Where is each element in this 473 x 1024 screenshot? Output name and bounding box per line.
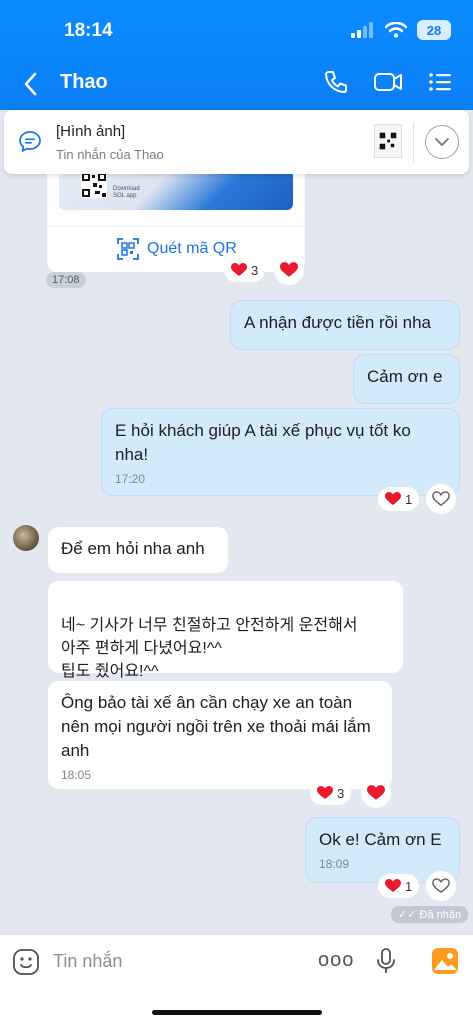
menu-list-icon[interactable] (427, 69, 453, 95)
wifi-icon (385, 22, 407, 38)
message-text: Ông bảo tài xế ân cần chạy xe an toàn nê… (61, 693, 371, 760)
video-call-icon[interactable] (373, 69, 403, 95)
reaction-summary[interactable]: 3 (224, 258, 266, 282)
pinned-divider (413, 122, 414, 162)
signal-icon (351, 22, 373, 38)
chat-title[interactable]: Thao (60, 71, 108, 94)
qr-scan-icon (117, 238, 139, 260)
status-icons: 28 (351, 20, 451, 40)
battery-indicator: 28 (417, 20, 451, 40)
timestamp-pill: 17:08 (46, 272, 86, 288)
message-text: E hỏi khách giúp A tài xế phục vụ tốt ko… (115, 421, 411, 464)
status-time: 18:14 (64, 20, 113, 41)
reaction-count: 1 (405, 878, 413, 894)
heart-icon (231, 263, 247, 276)
gallery-icon[interactable] (431, 947, 459, 975)
avatar[interactable] (13, 525, 39, 551)
heart-icon (385, 492, 401, 505)
delivery-status-label: Đã nhận (419, 909, 462, 921)
header-bar: 18:14 28 Thao (0, 0, 473, 110)
qr-code-image (81, 172, 107, 198)
message-bubble-incoming[interactable]: 네~ 기사가 너무 친절하고 안전하게 운전해서 아주 편하게 다녔어요!^^ … (47, 580, 404, 680)
message-time: 17:20 (115, 472, 146, 486)
chevron-down-icon (435, 138, 449, 146)
qr-code-image (379, 132, 397, 150)
reaction-summary[interactable]: 3 (310, 781, 352, 805)
react-button[interactable] (426, 871, 456, 901)
message-time: 18:09 (319, 857, 350, 871)
phone-call-icon[interactable] (323, 69, 349, 95)
message-bubble-outgoing[interactable]: E hỏi khách giúp A tài xế phục vụ tốt ko… (101, 408, 460, 496)
back-arrow-icon[interactable] (22, 70, 40, 98)
download-caption: Download SOL app (113, 186, 140, 200)
heart-outline-icon (432, 491, 450, 507)
reaction-summary[interactable]: 1 (378, 874, 420, 898)
heart-filled-icon (367, 785, 385, 800)
double-check-icon: ✓✓ (398, 909, 417, 921)
message-bubble-outgoing[interactable]: A nhận được tiền rồi nha (230, 300, 460, 350)
react-button[interactable] (361, 778, 391, 808)
heart-filled-icon (280, 262, 298, 277)
pinned-subtitle: Tin nhắn của Thao (56, 147, 164, 162)
message-bubble-incoming[interactable]: Để em hỏi nha anh (47, 526, 229, 574)
pinned-title: [Hình ảnh] (56, 123, 126, 140)
microphone-icon[interactable] (375, 947, 397, 975)
card-divider (47, 226, 305, 227)
app-text: SOL app (113, 193, 137, 199)
download-text: Download (113, 186, 140, 192)
heart-outline-icon (432, 878, 450, 894)
react-button[interactable] (426, 484, 456, 514)
scan-qr-label: Quét mã QR (147, 240, 237, 257)
react-button[interactable] (274, 255, 304, 285)
scan-qr-button[interactable]: Quét mã QR (117, 238, 237, 260)
home-indicator (152, 1010, 322, 1015)
nav-bar: Thao (0, 66, 473, 102)
expand-pinned-button[interactable] (425, 125, 459, 159)
message-text: Cảm ơn e (367, 367, 443, 386)
message-text: Để em hỏi nha anh (61, 539, 205, 558)
reaction-summary[interactable]: 1 (378, 487, 420, 511)
reaction-count: 3 (337, 785, 345, 801)
nav-actions (323, 69, 453, 95)
heart-icon (317, 786, 333, 799)
message-bubble-outgoing[interactable]: Cảm ơn e (353, 354, 460, 404)
delivery-status: ✓✓ Đã nhận (391, 906, 469, 923)
reaction-count: 1 (405, 491, 413, 507)
message-text: 네~ 기사가 너무 친절하고 안전하게 운전해서 아주 편하게 다녔어요!^^ … (61, 617, 358, 680)
more-options-button[interactable]: ooo (318, 949, 354, 972)
message-text: A nhận được tiền rồi nha (244, 313, 431, 332)
chat-area: Download SOL app Quét mã QR 17:08 3 A nh… (0, 110, 473, 934)
chat-bubble-icon (19, 131, 41, 152)
message-bubble-incoming[interactable]: Ông bảo tài xế ân cần chạy xe an toàn nê… (47, 680, 393, 790)
message-input[interactable]: Tin nhắn (53, 951, 122, 972)
heart-icon (385, 879, 401, 892)
message-text: Ok e! Cảm ơn E (319, 830, 442, 849)
reaction-count: 3 (251, 262, 259, 278)
sticker-icon[interactable] (12, 948, 40, 976)
pinned-message-banner[interactable]: [Hình ảnh] Tin nhắn của Thao (4, 110, 469, 174)
pinned-thumbnail[interactable] (374, 124, 402, 158)
